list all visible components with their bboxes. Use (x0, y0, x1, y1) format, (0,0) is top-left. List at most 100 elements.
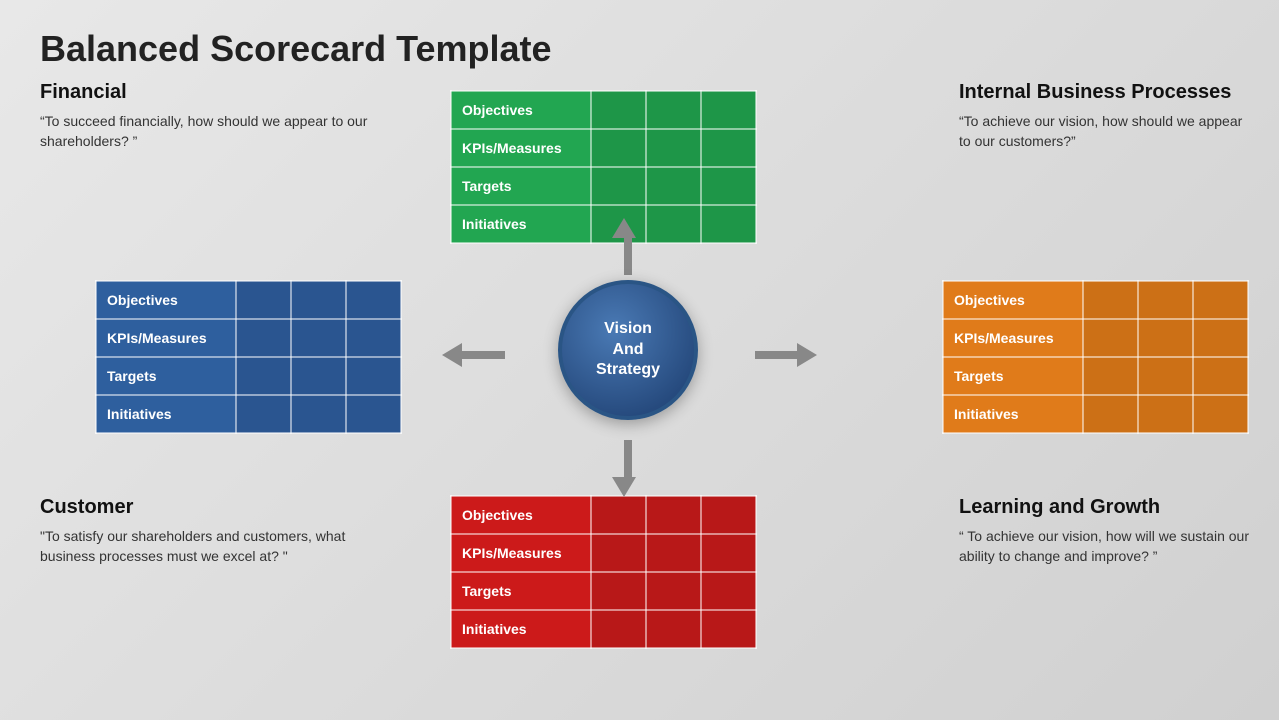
green-kpis-cell2 (646, 129, 701, 167)
table-row: Targets (451, 572, 756, 610)
orange-kpis-cell2 (1138, 319, 1193, 357)
arrow-down-head (612, 477, 636, 497)
table-row: Targets (451, 167, 756, 205)
orange-table: Objectives KPIs/Measures Targets Initiat… (942, 280, 1249, 434)
blue-targets-cell2 (291, 357, 346, 395)
green-initiatives-cell2 (646, 205, 701, 243)
green-initiatives-label: Initiatives (451, 205, 591, 243)
blue-kpis-cell3 (346, 319, 401, 357)
red-objectives-label: Objectives (451, 496, 591, 534)
customer-description: "To satisfy our shareholders and custome… (40, 527, 380, 566)
blue-objectives-cell3 (346, 281, 401, 319)
blue-table: Objectives KPIs/Measures Targets Initiat… (95, 280, 402, 434)
table-row: Initiatives (96, 395, 401, 433)
red-table: Objectives KPIs/Measures Targets Initiat… (450, 495, 757, 649)
green-objectives-cell3 (701, 91, 756, 129)
orange-targets-cell1 (1083, 357, 1138, 395)
vision-text: VisionAndStrategy (596, 319, 660, 381)
financial-description: “To succeed financially, how should we a… (40, 112, 380, 151)
blue-objectives-cell1 (236, 281, 291, 319)
orange-objectives-label: Objectives (943, 281, 1083, 319)
arrow-right-head (797, 343, 817, 367)
red-targets-cell1 (591, 572, 646, 610)
learning-quadrant-text: Learning and Growth “ To achieve our vis… (959, 495, 1249, 566)
blue-objectives-cell2 (291, 281, 346, 319)
orange-objectives-cell2 (1138, 281, 1193, 319)
blue-initiatives-cell1 (236, 395, 291, 433)
blue-targets-label: Targets (96, 357, 236, 395)
blue-kpis-cell1 (236, 319, 291, 357)
red-objectives-cell3 (701, 496, 756, 534)
table-row: KPIs/Measures (451, 129, 756, 167)
table-row: KPIs/Measures (943, 319, 1248, 357)
vision-circle: VisionAndStrategy (558, 280, 698, 420)
red-initiatives-cell1 (591, 610, 646, 648)
red-targets-cell3 (701, 572, 756, 610)
table-row: Initiatives (451, 205, 756, 243)
orange-targets-label: Targets (943, 357, 1083, 395)
internal-description: “To achieve our vision, how should we ap… (959, 112, 1249, 151)
orange-kpis-label: KPIs/Measures (943, 319, 1083, 357)
financial-quadrant-text: Financial “To succeed financially, how s… (40, 80, 380, 151)
green-targets-cell1 (591, 167, 646, 205)
arrow-right-shaft (755, 351, 800, 359)
green-objectives-cell2 (646, 91, 701, 129)
page-title: Balanced Scorecard Template (0, 0, 1279, 80)
orange-targets-cell3 (1193, 357, 1248, 395)
red-initiatives-label: Initiatives (451, 610, 591, 648)
green-targets-cell2 (646, 167, 701, 205)
orange-targets-cell2 (1138, 357, 1193, 395)
arrow-left-head (442, 343, 462, 367)
orange-objectives-cell1 (1083, 281, 1138, 319)
table-row: Targets (943, 357, 1248, 395)
green-objectives-cell1 (591, 91, 646, 129)
orange-initiatives-cell2 (1138, 395, 1193, 433)
green-kpis-cell3 (701, 129, 756, 167)
red-objectives-cell2 (646, 496, 701, 534)
blue-initiatives-cell3 (346, 395, 401, 433)
internal-heading: Internal Business Processes (959, 80, 1249, 104)
table-row: KPIs/Measures (451, 534, 756, 572)
table-row: Objectives (451, 496, 756, 534)
blue-targets-cell3 (346, 357, 401, 395)
internal-quadrant-text: Internal Business Processes “To achieve … (959, 80, 1249, 151)
green-kpis-cell1 (591, 129, 646, 167)
orange-kpis-cell1 (1083, 319, 1138, 357)
orange-initiatives-cell1 (1083, 395, 1138, 433)
learning-heading: Learning and Growth (959, 495, 1249, 519)
table-row: Targets (96, 357, 401, 395)
green-objectives-label: Objectives (451, 91, 591, 129)
red-targets-label: Targets (451, 572, 591, 610)
blue-targets-cell1 (236, 357, 291, 395)
arrow-up-head (612, 218, 636, 238)
table-row: KPIs/Measures (96, 319, 401, 357)
green-targets-cell3 (701, 167, 756, 205)
table-row: Objectives (943, 281, 1248, 319)
blue-initiatives-cell2 (291, 395, 346, 433)
learning-description: “ To achieve our vision, how will we sus… (959, 527, 1249, 566)
orange-objectives-cell3 (1193, 281, 1248, 319)
orange-initiatives-label: Initiatives (943, 395, 1083, 433)
blue-kpis-label: KPIs/Measures (96, 319, 236, 357)
table-row: Objectives (96, 281, 401, 319)
blue-initiatives-label: Initiatives (96, 395, 236, 433)
red-kpis-label: KPIs/Measures (451, 534, 591, 572)
blue-kpis-cell2 (291, 319, 346, 357)
green-initiatives-cell3 (701, 205, 756, 243)
green-targets-label: Targets (451, 167, 591, 205)
red-kpis-cell3 (701, 534, 756, 572)
orange-initiatives-cell3 (1193, 395, 1248, 433)
customer-heading: Customer (40, 495, 380, 519)
green-kpis-label: KPIs/Measures (451, 129, 591, 167)
red-targets-cell2 (646, 572, 701, 610)
arrow-down-shaft (624, 440, 632, 480)
green-table: Objectives KPIs/Measures Targets Initiat… (450, 90, 757, 244)
orange-kpis-cell3 (1193, 319, 1248, 357)
table-row: Objectives (451, 91, 756, 129)
red-objectives-cell1 (591, 496, 646, 534)
red-kpis-cell1 (591, 534, 646, 572)
table-row: Initiatives (943, 395, 1248, 433)
financial-heading: Financial (40, 80, 380, 104)
table-row: Initiatives (451, 610, 756, 648)
red-initiatives-cell3 (701, 610, 756, 648)
